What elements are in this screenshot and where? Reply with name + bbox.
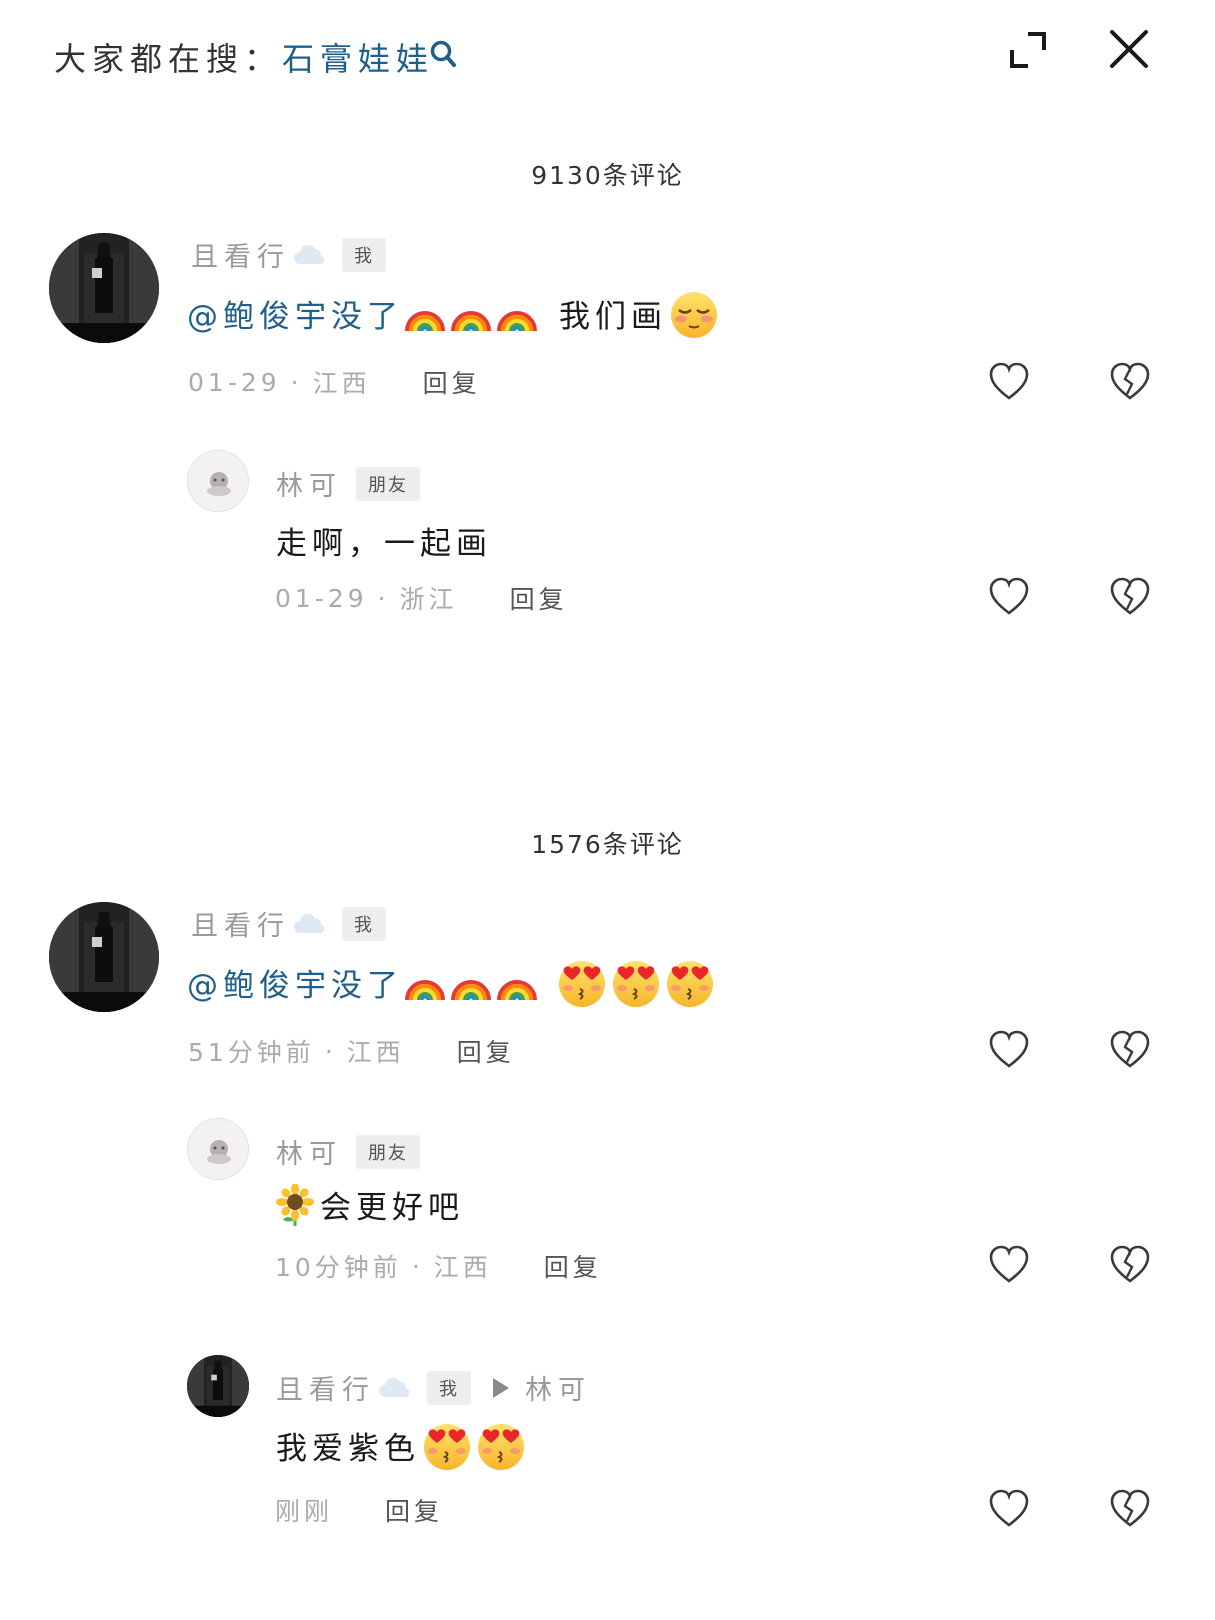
like-heart-icon[interactable] xyxy=(987,1028,1031,1072)
reply-meta: 01-29 · 浙江 回复 xyxy=(275,580,568,616)
rainbow-emoji-icon xyxy=(495,291,539,335)
cloud-icon xyxy=(377,1377,413,1399)
reply-text: 我爱紫色 xyxy=(276,1418,528,1472)
reply-location: 江西 xyxy=(433,1253,492,1282)
reply-to-name[interactable]: 林可 xyxy=(525,1368,591,1407)
search-prompt-label: 大家都在搜： xyxy=(54,40,283,78)
relieved-face-emoji-icon xyxy=(667,286,721,340)
reply-location: 浙江 xyxy=(399,585,458,614)
author-tag: 朋友 xyxy=(356,466,420,501)
reply-meta: 刚刚 回复 xyxy=(275,1492,443,1528)
reply-body: 会更好吧 xyxy=(320,1190,464,1226)
comment-text: @鲍俊宇没了 我们画 xyxy=(187,286,721,340)
heart-eyes-emoji-icon xyxy=(663,955,717,1009)
reply-meta: 10分钟前 · 江西 回复 xyxy=(275,1248,602,1284)
reply-author[interactable]: 林可 朋友 xyxy=(276,464,420,503)
author-name: 林可 xyxy=(276,471,342,502)
like-heart-icon[interactable] xyxy=(987,1487,1031,1531)
comment-author[interactable]: 且看行 我 xyxy=(191,904,386,943)
meta-separator: · xyxy=(324,1036,337,1066)
comment-count-header: 9130条评论 xyxy=(531,161,684,190)
avatar[interactable] xyxy=(187,450,249,512)
comment-text: @鲍俊宇没了 xyxy=(187,955,717,1009)
dislike-broken-heart-icon[interactable] xyxy=(1108,575,1152,619)
reply-time: 10分钟前 xyxy=(275,1253,402,1282)
reply-text: 会更好吧 xyxy=(276,1182,464,1227)
comment-meta: 01-29 · 江西 回复 xyxy=(188,364,481,400)
author-name: 且看行 xyxy=(191,242,290,273)
meta-separator: · xyxy=(411,1251,424,1281)
rainbow-emoji-icon xyxy=(403,960,447,1004)
avatar[interactable] xyxy=(187,1355,249,1417)
reply-author[interactable]: 林可 朋友 xyxy=(276,1132,420,1171)
comment-meta: 51分钟前 · 江西 回复 xyxy=(188,1033,515,1069)
reply-button[interactable]: 回复 xyxy=(385,1492,443,1528)
reply-button[interactable]: 回复 xyxy=(423,364,481,400)
author-name: 且看行 xyxy=(276,1375,375,1406)
comment-location: 江西 xyxy=(346,1038,405,1067)
author-tag: 我 xyxy=(342,906,386,941)
dislike-broken-heart-icon[interactable] xyxy=(1108,1243,1152,1287)
author-tag: 朋友 xyxy=(356,1134,420,1169)
mention-link[interactable]: @鲍俊宇没了 xyxy=(187,291,403,336)
comment-body: 我们画 xyxy=(559,298,667,335)
dislike-broken-heart-icon[interactable] xyxy=(1108,1028,1152,1072)
author-name: 且看行 xyxy=(191,911,290,942)
comment-count-header: 1576条评论 xyxy=(531,830,684,859)
reply-text: 走啊，一起画 xyxy=(276,526,492,562)
rainbow-emoji-icon xyxy=(403,291,447,335)
avatar[interactable] xyxy=(187,1118,249,1180)
heart-eyes-emoji-icon xyxy=(474,1418,528,1472)
mention-link[interactable]: @鲍俊宇没了 xyxy=(187,960,403,1005)
heart-eyes-emoji-icon xyxy=(555,955,609,1009)
reply-author[interactable]: 且看行 我 林可 xyxy=(276,1368,591,1407)
trending-search-link[interactable]: 石膏娃娃 xyxy=(282,34,434,80)
meta-separator: · xyxy=(290,367,303,397)
search-icon[interactable] xyxy=(430,40,456,70)
reply-button[interactable]: 回复 xyxy=(457,1033,515,1069)
dislike-broken-heart-icon[interactable] xyxy=(1108,1487,1152,1531)
reply-button[interactable]: 回复 xyxy=(510,580,568,616)
like-heart-icon[interactable] xyxy=(987,1243,1031,1287)
cloud-icon xyxy=(292,913,328,935)
like-heart-icon[interactable] xyxy=(987,360,1031,404)
like-heart-icon[interactable] xyxy=(987,575,1031,619)
avatar[interactable] xyxy=(49,902,159,1012)
author-tag: 我 xyxy=(342,237,386,272)
rainbow-emoji-icon xyxy=(449,291,493,335)
comment-location: 江西 xyxy=(312,369,371,398)
sunflower-emoji-icon xyxy=(276,1184,314,1226)
comment-author[interactable]: 且看行 我 xyxy=(191,235,386,274)
cloud-icon xyxy=(292,244,328,266)
comment-time: 01-29 xyxy=(188,367,281,397)
comment-time: 51分钟前 xyxy=(188,1038,315,1067)
reply-body: 我爱紫色 xyxy=(276,1430,420,1467)
dislike-broken-heart-icon[interactable] xyxy=(1108,360,1152,404)
reply-button[interactable]: 回复 xyxy=(544,1248,602,1284)
expand-icon[interactable] xyxy=(1008,30,1048,70)
heart-eyes-emoji-icon xyxy=(609,955,663,1009)
heart-eyes-emoji-icon xyxy=(420,1418,474,1472)
reply-time: 01-29 xyxy=(275,583,368,613)
meta-separator: · xyxy=(377,583,390,613)
author-tag: 我 xyxy=(427,1370,471,1405)
avatar[interactable] xyxy=(49,233,159,343)
reply-time: 刚刚 xyxy=(275,1497,334,1526)
author-name: 林可 xyxy=(276,1139,342,1170)
rainbow-emoji-icon xyxy=(495,960,539,1004)
reply-arrow-icon xyxy=(493,1377,509,1398)
rainbow-emoji-icon xyxy=(449,960,493,1004)
close-icon[interactable] xyxy=(1108,28,1150,70)
